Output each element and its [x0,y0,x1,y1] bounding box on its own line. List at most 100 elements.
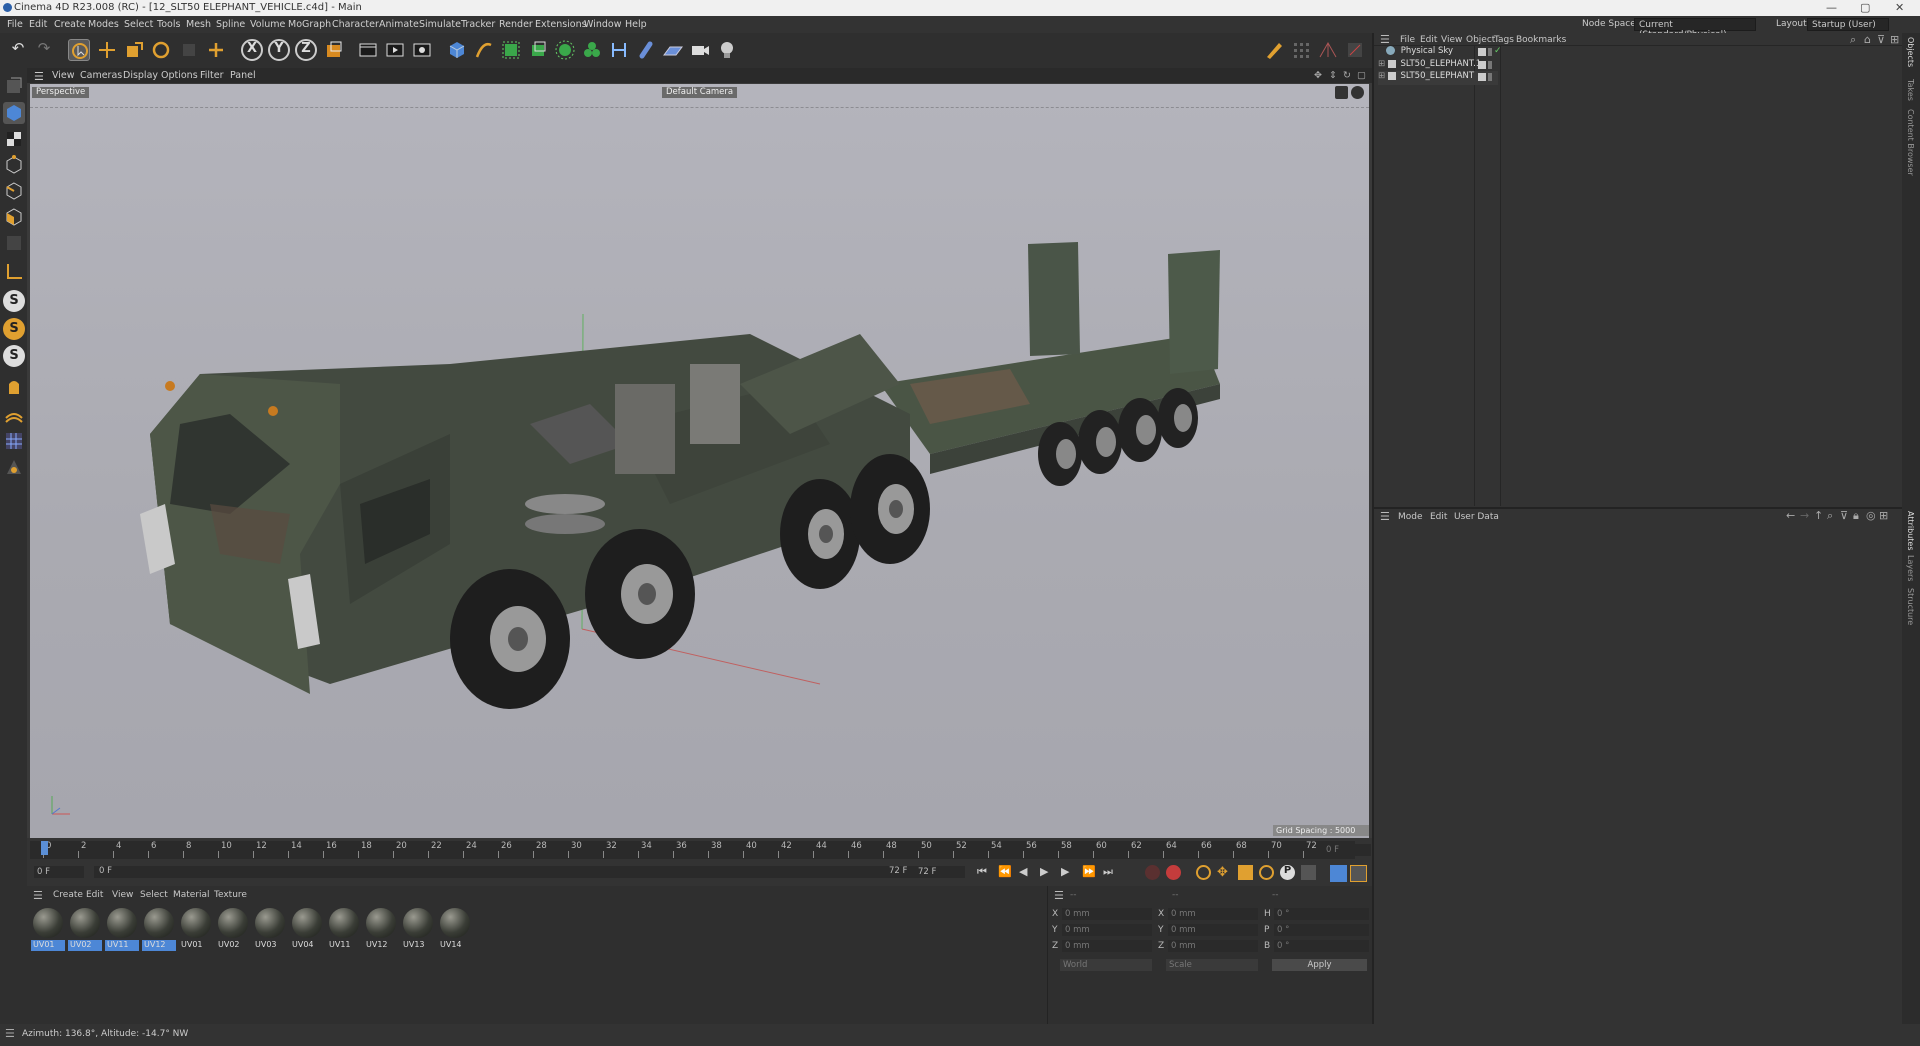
material-swatch[interactable]: UV14 [438,906,472,952]
goto-next-key-icon[interactable]: ⏩ [1082,865,1096,878]
enabled-check-icon[interactable]: ✓ [1494,46,1502,56]
key-param-icon[interactable] [1259,865,1274,880]
object-menu-object[interactable]: Object [1466,35,1495,45]
render-settings-icon[interactable] [411,39,433,61]
material-swatch[interactable]: UV04 [290,906,324,952]
viewport-menu-panel[interactable]: Panel [230,70,256,81]
close-window-button[interactable]: ✕ [1895,1,1904,14]
tab-layers[interactable]: Layers [1906,555,1915,581]
model-mode-icon[interactable] [3,102,25,124]
viewport-menu-cameras[interactable]: Cameras [80,70,122,81]
status-menu-icon[interactable]: ☰ [5,1027,15,1040]
uv-grid-icon[interactable] [3,430,25,452]
render-toggle-icon[interactable] [1488,61,1492,69]
menu-render[interactable]: Render [499,19,533,30]
render-toggle-icon[interactable] [1488,73,1492,81]
rot-b-field[interactable]: 0 ° [1274,940,1369,952]
material-menu-select[interactable]: Select [140,890,168,900]
edges-mode-icon[interactable] [3,180,25,202]
tab-takes[interactable]: Takes [1906,79,1915,101]
quantize-icon[interactable] [1344,39,1366,61]
material-swatch[interactable]: UV01 [179,906,213,952]
attr-lock-icon[interactable]: 🔒︎ [1853,509,1859,523]
key-grid-icon[interactable] [1301,865,1316,880]
undo-icon[interactable]: ↶ [7,39,29,61]
key-rotation-icon[interactable] [1196,865,1211,880]
object-menu-view[interactable]: View [1441,35,1462,45]
attr-search-icon[interactable]: ⌕ [1827,509,1833,523]
points-mode-icon[interactable] [3,154,25,176]
visibility-toggle-icon[interactable] [1478,61,1486,69]
timeline-ruler[interactable]: 0 2 4 6 8 10 12 14 16 18 20 22 24 26 28 30 32 34 36 38 40 42 4… [30,841,1355,859]
material-swatch[interactable]: UV13 [401,906,435,952]
solo-icon[interactable]: S [3,290,25,312]
render-toggle-icon[interactable] [1488,48,1492,56]
material-menu-material[interactable]: Material [173,890,210,900]
render-region-icon[interactable] [357,39,379,61]
pen-icon[interactable] [473,39,495,61]
step-forward-icon[interactable]: ▶ [1061,865,1069,878]
move-icon[interactable] [96,39,118,61]
size-y-field[interactable]: 0 mm [1168,924,1258,936]
y-axis-icon[interactable]: Y [268,39,290,61]
ghost-icon[interactable] [178,39,200,61]
attribute-menu-icon[interactable]: ☰ [1380,510,1390,523]
menu-simulate[interactable]: Simulate [419,19,461,30]
play-icon[interactable]: ▶ [1040,865,1048,878]
goto-start-icon[interactable]: ⏮ [977,865,987,879]
object-menu-file[interactable]: File [1400,35,1415,45]
tweak-icon[interactable] [3,376,25,398]
coords-menu-icon[interactable]: ☰ [1054,889,1064,902]
step-back-icon[interactable]: ◀ [1019,865,1027,878]
menu-spline[interactable]: Spline [216,19,245,30]
current-frame-field[interactable]: 0 F [1323,844,1371,856]
node-space-dropdown[interactable]: Current (Standard/Physical) [1634,18,1756,40]
live-selection-icon[interactable] [68,39,90,61]
vehicle-model[interactable] [30,84,1369,838]
menu-tools[interactable]: Tools [157,19,180,30]
material-swatch[interactable]: UV12 [364,906,398,952]
key-scale-icon[interactable] [1238,865,1253,880]
preview-range-slider[interactable]: 0 F 72 F [94,866,924,878]
material-swatch[interactable]: UV12 [142,906,176,952]
autokey-icon[interactable] [1145,865,1160,880]
menu-character[interactable]: Character [332,19,379,30]
material-menu-icon[interactable]: ☰ [33,889,43,902]
rot-h-field[interactable]: 0 ° [1274,908,1369,920]
visibility-toggle-icon[interactable] [1478,73,1486,81]
timeline-window-icon[interactable] [1350,865,1367,882]
tab-content-browser[interactable]: Content Browser [1906,109,1915,176]
field-icon[interactable] [635,39,657,61]
maximize-button[interactable]: ▢ [1860,1,1870,14]
menu-edit[interactable]: Edit [29,19,47,30]
tab-attributes[interactable]: Attributes [1906,511,1915,551]
menu-mograph[interactable]: MoGraph [288,19,331,30]
rot-p-field[interactable]: 0 ° [1274,924,1369,936]
solo-off-icon[interactable]: S [3,345,25,367]
coordinate-system-icon[interactable] [323,39,345,61]
pos-x-field[interactable]: 0 mm [1062,908,1152,920]
material-swatch[interactable]: UV02 [216,906,250,952]
layout-dropdown[interactable]: Startup (User) [1807,18,1889,31]
cloner-icon[interactable] [581,39,603,61]
workplane-mode-icon[interactable] [3,260,25,282]
object-menu-bookmarks[interactable]: Bookmarks [1516,35,1566,45]
material-swatch[interactable]: UV03 [253,906,287,952]
minimize-button[interactable]: — [1826,1,1837,14]
end-frame-field[interactable]: 72 F [915,866,965,878]
size-z-field[interactable]: 0 mm [1168,940,1258,952]
viewport-menu-view[interactable]: View [52,70,75,81]
material-swatch[interactable]: UV01 [31,906,65,952]
timeline-playhead[interactable] [41,841,48,855]
key-position-icon[interactable]: ✥ [1217,865,1232,880]
axis-mode-icon[interactable] [3,232,25,254]
attr-target-icon[interactable]: ◎ [1866,509,1876,522]
pos-y-field[interactable]: 0 mm [1062,924,1152,936]
material-swatch[interactable]: UV02 [68,906,102,952]
make-editable-icon[interactable] [3,74,25,96]
rotate-icon[interactable] [150,39,172,61]
sculpt-icon[interactable] [1263,39,1285,61]
solo-hierarchy-icon[interactable]: S [3,318,25,340]
coord-system-dropdown[interactable]: World [1060,959,1152,971]
extrude-icon[interactable] [527,39,549,61]
